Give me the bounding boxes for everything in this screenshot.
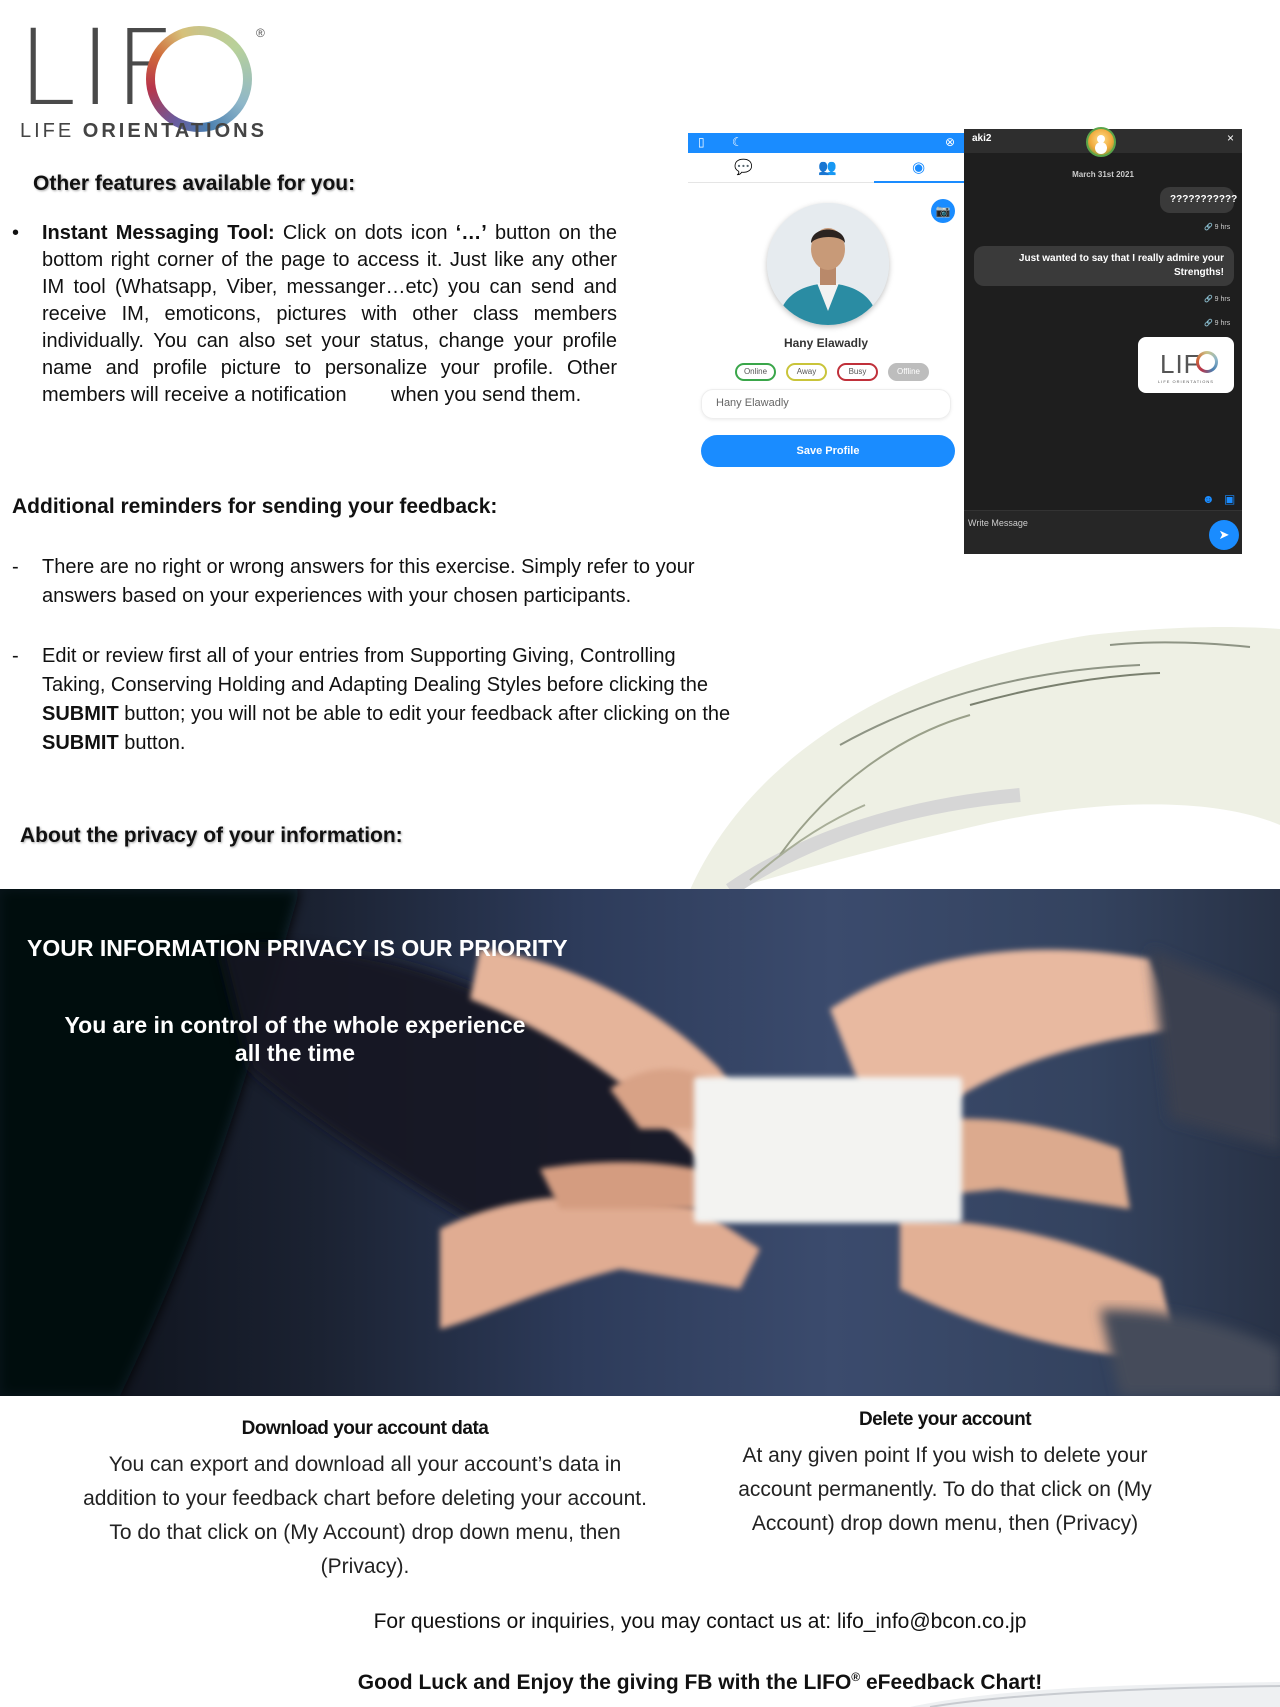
closing-registered-mark: ® [851, 1670, 861, 1684]
profile-icon: ◉ [912, 159, 926, 176]
emoji-icon: ☻ [1202, 492, 1215, 506]
reminder-2-part-c: button. [118, 732, 186, 754]
closing-line: Good Luck and Enjoy the giving FB with t… [0, 1670, 1280, 1695]
dots-icon-text: ‘…’ [455, 222, 487, 244]
reminder-2-part-a: Edit or review first all of your entries… [42, 645, 708, 696]
contact-line: For questions or inquiries, you may cont… [373, 1610, 1027, 1633]
delete-account-section: Delete your account At any given point I… [720, 1409, 1170, 1541]
chat-date: March 31st 2021 [1072, 170, 1134, 179]
chat-time-3: 🔗 9 hrs [1204, 320, 1231, 327]
status-options: Online Away Busy Offline [735, 363, 929, 381]
submit-word-2: SUBMIT [42, 732, 119, 754]
reminder-1-text: There are no right or wrong answers for … [42, 556, 695, 607]
profile-topbar: ▯ ☾ ⊗ [688, 133, 964, 153]
download-title: Download your account data [241, 1418, 489, 1439]
reminders-title: Additional reminders for sending your fe… [12, 495, 498, 518]
chat-panel-screenshot: aki2 × March 31st 2021 ??????????? 🔗 9 h… [964, 127, 1242, 554]
chat-time-2: 🔗 9 hrs [1204, 296, 1231, 303]
logo-subtitle: LIFE ORIENTATIONS [20, 120, 267, 143]
im-tool-paragraph: Instant Messaging Tool: Click on dots ic… [42, 220, 617, 409]
status-online: Online [735, 363, 776, 381]
profile-name: Hany Elawadly [783, 336, 869, 350]
save-profile-button: Save Profile [701, 435, 955, 467]
reminder-2-text: Edit or review first all of your entries… [42, 642, 732, 758]
logo-subtitle-bold: ORIENTATIONS [82, 120, 267, 142]
logo-subtitle-light: LIFE [20, 120, 83, 142]
brush-stroke-decoration [690, 625, 1280, 890]
chat-time-1: 🔗 9 hrs [1204, 224, 1231, 231]
dash-mark: - [12, 645, 19, 667]
brush-stroke-graphic [690, 627, 1280, 890]
delete-text: At any given point If you wish to delete… [738, 1444, 1152, 1535]
moon-icon: ☾ [732, 135, 743, 149]
reminder-2-part-b: button; you will not be able to edit you… [118, 703, 731, 725]
chat-avatar-icon [1086, 127, 1116, 157]
reminder-item-1: - There are no right or wrong answers fo… [12, 553, 732, 611]
status-busy: Busy [837, 363, 878, 381]
im-tool-label: Instant Messaging Tool: [42, 222, 275, 244]
mini-logo-letters: LIF [1160, 349, 1201, 379]
logo-ring-icon [146, 26, 252, 132]
hero-title: YOUR INFORMATION PRIVACY IS OUR PRIORITY [27, 935, 568, 961]
features-title: Other features available for you: [33, 172, 356, 195]
chat-image-message: LIF LIFE ORIENTATIONS [1138, 337, 1234, 393]
close-icon: ⊗ [945, 135, 956, 149]
logo-registered-mark: ® [256, 26, 265, 40]
chat-footer: Write Message ➤ [964, 510, 1242, 554]
send-icon: ➤ [1209, 520, 1239, 550]
closing-part-b: eFeedback Chart! [860, 1671, 1043, 1694]
profile-photo [767, 203, 889, 325]
delete-title: Delete your account [858, 1409, 1032, 1430]
chat-username: aki2 [972, 133, 992, 144]
submit-word-1: SUBMIT [42, 703, 119, 725]
chat-message-2: Just wanted to say that I really admire … [974, 246, 1234, 286]
closing-part-a: Good Luck and Enjoy the giving FB with t… [357, 1671, 852, 1694]
mini-logo-ring-icon [1196, 351, 1218, 373]
im-tool-text-1: Click on dots icon [274, 222, 456, 244]
camera-icon: 📷 [931, 199, 955, 223]
image-icon: ▣ [1224, 492, 1236, 506]
privacy-title: About the privacy of your information: [20, 824, 403, 847]
active-tab-underline [874, 181, 964, 183]
reminder-item-2: - Edit or review first all of your entri… [12, 642, 732, 758]
privacy-hero-image: YOUR INFORMATION PRIVACY IS OUR PRIORITY… [0, 889, 1280, 1396]
phone-icon: ▯ [698, 135, 705, 149]
hands-card-photo [0, 889, 1280, 1396]
profile-panel-screenshot: ▯ ☾ ⊗ 💬 👥 ◉ 📷 Hany Elawadly Online Away … [688, 133, 964, 483]
im-tool-bullet: • Instant Messaging Tool: Click on dots … [12, 220, 617, 409]
chat-icon: 💬 [734, 159, 753, 176]
status-offline: Offline [888, 363, 929, 381]
chat-time-2-label: 9 hrs [1214, 296, 1231, 303]
hero-subtitle: You are in control of the whole experien… [64, 1012, 526, 1066]
download-text: You can export and download all your acc… [83, 1453, 647, 1578]
profile-avatar [767, 203, 889, 325]
status-away: Away [786, 363, 827, 381]
chat-close-icon: × [1226, 131, 1234, 145]
lifo-logo: LIF ® LIFE ORIENTATIONS [18, 16, 265, 142]
download-data-section: Download your account data You can expor… [70, 1418, 660, 1584]
im-tool-text-2: button on the bottom right corner of the… [42, 222, 623, 406]
profile-tabs: 💬 👥 ◉ [688, 153, 964, 183]
dash-mark: - [12, 556, 19, 578]
chat-time-3-label: 9 hrs [1214, 320, 1231, 327]
mini-logo-subtitle: LIFE ORIENTATIONS [1158, 379, 1214, 384]
write-message-input: Write Message [968, 518, 1028, 528]
bullet-mark: • [12, 222, 20, 244]
chat-time-1-label: 9 hrs [1214, 224, 1231, 231]
profile-name-input: Hany Elawadly [701, 389, 951, 419]
chat-message-1: ??????????? [1160, 187, 1237, 213]
group-icon: 👥 [818, 159, 837, 176]
